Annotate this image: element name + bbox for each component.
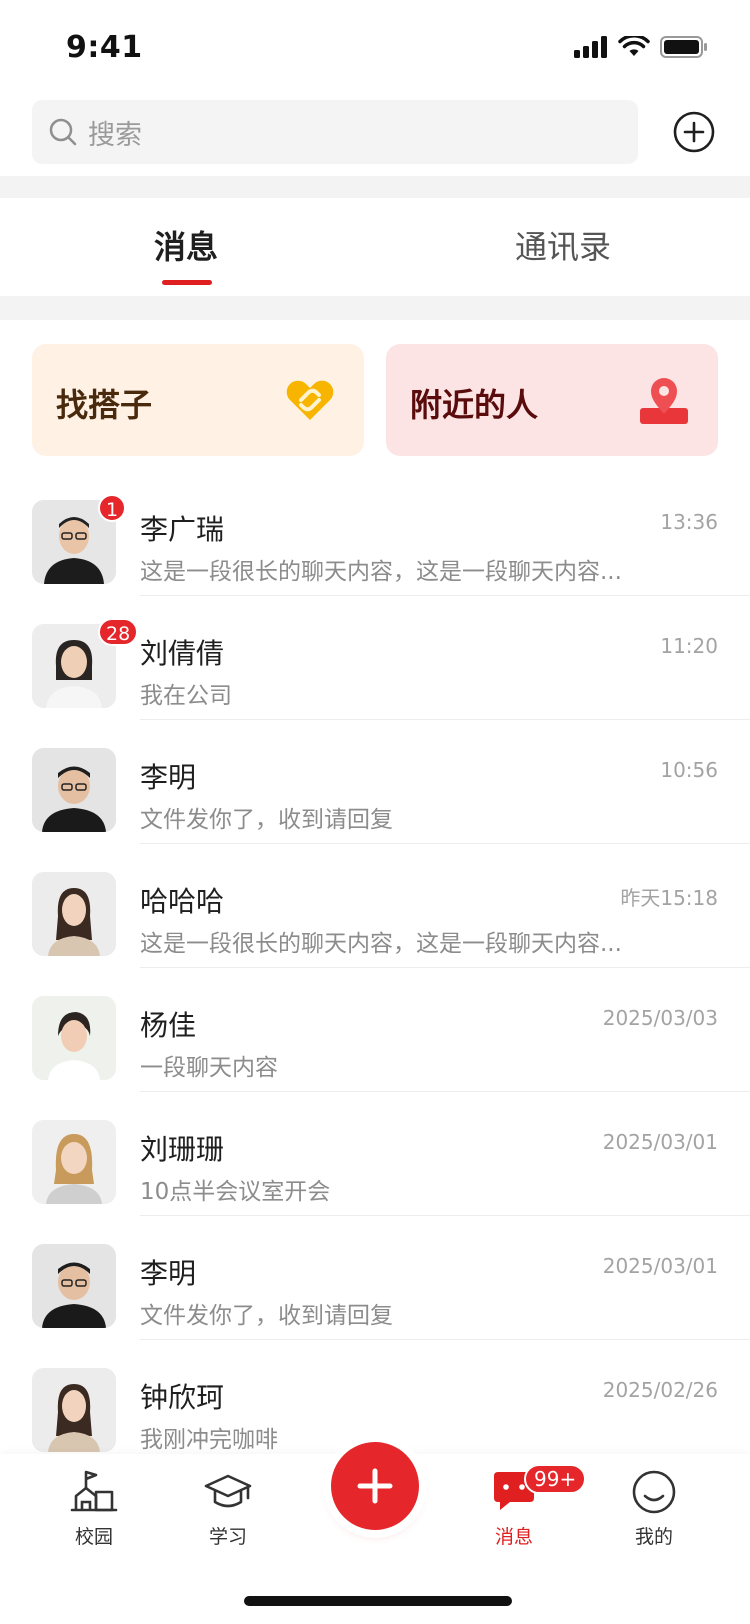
- wifi-icon: [618, 36, 650, 56]
- nearby-people-label: 附近的人: [410, 386, 539, 424]
- message-preview: 我在公司: [140, 683, 232, 709]
- contact-name: 钟欣珂: [140, 1381, 225, 1414]
- conversation-row[interactable]: 刘珊珊 10点半会议室开会 2025/03/01: [0, 1092, 750, 1216]
- cellular-signal-icon: [574, 36, 607, 58]
- conversation-row[interactable]: 李明 文件发你了，收到请回复 10:56: [0, 720, 750, 844]
- avatar: [32, 996, 116, 1080]
- message-preview: 文件发你了，收到请回复: [140, 1303, 393, 1329]
- message-time: 10:56: [660, 758, 718, 782]
- tab-messages[interactable]: 消息: [154, 222, 218, 268]
- message-time: 11:20: [660, 634, 718, 658]
- tab-active-indicator: [162, 280, 212, 285]
- contact-name: 刘珊珊: [140, 1133, 225, 1166]
- avatar: [32, 748, 116, 832]
- message-preview: 这是一段很长的聊天内容，这是一段聊天内容...: [140, 559, 622, 585]
- message-time: 2025/02/26: [602, 1378, 718, 1402]
- nav-study-label: 学习: [208, 1526, 247, 1548]
- status-time: 9:41: [66, 30, 143, 65]
- message-time: 2025/03/03: [602, 1006, 718, 1030]
- avatar: [32, 1244, 116, 1328]
- person-avatar-image: [32, 996, 116, 1080]
- contact-name: 刘倩倩: [140, 637, 225, 670]
- nav-unread-badge: 99+: [524, 1464, 587, 1494]
- conversation-row[interactable]: 1 李广瑞 这是一段很长的聊天内容，这是一段聊天内容... 13:36: [0, 472, 750, 596]
- section-divider: [0, 176, 750, 198]
- nav-messages-label: 消息: [494, 1526, 533, 1548]
- home-indicator: [244, 1596, 512, 1606]
- message-preview: 这是一段很长的聊天内容，这是一段聊天内容...: [140, 931, 622, 957]
- avatar: [32, 1368, 116, 1452]
- find-partner-card[interactable]: 找搭子: [32, 344, 364, 456]
- status-bar: 9:41: [0, 0, 750, 96]
- contact-name: 哈哈哈: [140, 885, 225, 918]
- unread-badge: 28: [98, 618, 139, 646]
- conversation-row[interactable]: 杨佳 一段聊天内容 2025/03/03: [0, 968, 750, 1092]
- create-button[interactable]: [331, 1442, 419, 1530]
- conversation-row[interactable]: 哈哈哈 这是一段很长的聊天内容，这是一段聊天内容... 昨天15:18: [0, 844, 750, 968]
- conversation-list: 1 李广瑞 这是一段很长的聊天内容，这是一段聊天内容... 13:36 28 刘…: [0, 472, 750, 1464]
- handshake-heart-icon: [286, 380, 334, 420]
- search-placeholder: 搜索: [88, 119, 142, 151]
- contact-name: 李广瑞: [140, 513, 225, 546]
- tab-contacts[interactable]: 通讯录: [515, 222, 611, 268]
- person-avatar-image: [32, 1368, 116, 1452]
- person-avatar-image: [32, 748, 116, 832]
- message-preview: 10点半会议室开会: [140, 1179, 331, 1205]
- message-time: 2025/03/01: [602, 1130, 718, 1154]
- plus-icon: [357, 1468, 393, 1504]
- nav-campus-label: 校园: [74, 1526, 113, 1548]
- person-avatar-image: [32, 1244, 116, 1328]
- search-input[interactable]: 搜索: [32, 100, 638, 164]
- nav-profile-label: 我的: [634, 1526, 673, 1548]
- message-preview: 一段聊天内容: [140, 1055, 278, 1081]
- campus-icon: [70, 1470, 118, 1512]
- unread-badge: 1: [98, 494, 127, 522]
- find-partner-label: 找搭子: [56, 386, 153, 424]
- nav-messages[interactable]: 消息 99+: [464, 1464, 587, 1549]
- location-pin-icon: [640, 378, 688, 424]
- contact-name: 杨佳: [140, 1009, 197, 1042]
- section-divider: [0, 296, 750, 320]
- conversation-row[interactable]: 28 刘倩倩 我在公司 11:20: [0, 596, 750, 720]
- smile-icon: [632, 1470, 676, 1514]
- graduation-cap-icon: [204, 1474, 252, 1508]
- nav-campus[interactable]: 校园: [44, 1468, 144, 1549]
- person-avatar-image: [32, 1120, 116, 1204]
- message-time: 2025/03/01: [602, 1254, 718, 1278]
- battery-icon: [660, 36, 707, 58]
- avatar: [32, 1120, 116, 1204]
- nav-study[interactable]: 学习: [178, 1468, 278, 1549]
- nearby-people-card[interactable]: 附近的人: [386, 344, 718, 456]
- conversation-row[interactable]: 李明 文件发你了，收到请回复 2025/03/01: [0, 1216, 750, 1340]
- contact-name: 李明: [140, 1257, 197, 1290]
- messages-screen: 9:41 搜索 消息 通讯录 找搭子 附近的人 1 李广瑞 这是一段很长的聊天内…: [0, 0, 750, 1624]
- nav-profile[interactable]: 我的: [604, 1468, 704, 1549]
- add-button[interactable]: [672, 110, 716, 154]
- avatar: [32, 872, 116, 956]
- person-avatar-image: [32, 872, 116, 956]
- contact-name: 李明: [140, 761, 197, 794]
- search-icon: [49, 118, 77, 146]
- message-time: 13:36: [660, 510, 718, 534]
- message-time: 昨天15:18: [620, 886, 718, 910]
- status-icons: [574, 36, 708, 58]
- message-preview: 文件发你了，收到请回复: [140, 807, 393, 833]
